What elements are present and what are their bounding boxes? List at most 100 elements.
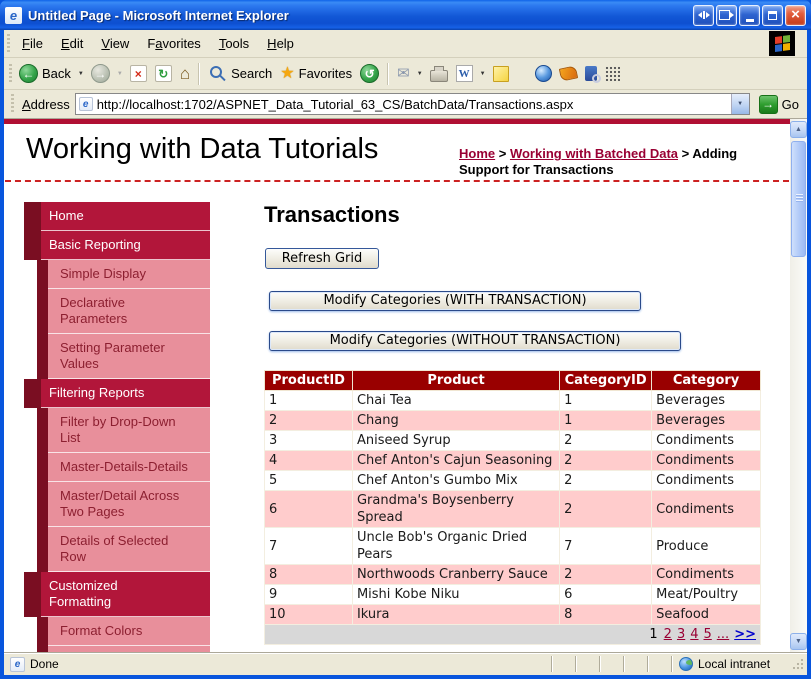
back-button[interactable]: ← Back bbox=[15, 62, 75, 85]
maximize-button[interactable] bbox=[762, 4, 783, 26]
menu-item-edit[interactable]: Edit bbox=[52, 31, 92, 56]
mail-dropdown[interactable]: ▼ bbox=[414, 71, 426, 77]
sidebar-item-declarative-parameters[interactable]: Declarative Parameters bbox=[24, 289, 210, 334]
go-button[interactable]: → Go bbox=[755, 94, 803, 114]
table-row: 5 Chef Anton's Gumbo Mix 2 Condiments bbox=[264, 470, 761, 491]
sidebar-item-filter-by-drop-down-list[interactable]: Filter by Drop-Down List bbox=[24, 408, 210, 453]
sidebar-item-setting-parameter-values[interactable]: Setting Parameter Values bbox=[24, 334, 210, 379]
sidebar-item-bar: Filtering Reports bbox=[41, 379, 210, 408]
sidebar-item-label: Details of Selected Row bbox=[60, 533, 169, 564]
menu-item-favorites[interactable]: Favorites bbox=[138, 31, 209, 56]
browser-chrome: File Edit View Favorites Tools Help ← Back ▼ … bbox=[4, 30, 807, 675]
breadcrumb-link-working-with-batched-data[interactable]: Working with Batched Data bbox=[510, 146, 678, 161]
scroll-up-button[interactable]: ▲ bbox=[790, 121, 807, 138]
print-icon bbox=[429, 65, 448, 82]
favorites-button[interactable]: ★ Favorites bbox=[276, 64, 356, 84]
home-button[interactable]: ⌂ bbox=[176, 63, 194, 84]
sidebar-item-details-of-selected-row[interactable]: Details of Selected Row bbox=[24, 527, 210, 572]
history-button[interactable]: ↺ bbox=[356, 62, 383, 85]
scrollbar-thumb[interactable] bbox=[791, 141, 806, 257]
pager-page-link[interactable]: ... bbox=[717, 627, 729, 642]
back-icon: ← bbox=[19, 64, 38, 83]
mail-icon: ✉ bbox=[397, 65, 410, 82]
edit-dropdown[interactable]: ▼ bbox=[477, 71, 489, 77]
sidebar-item-label: Master-Details-Details bbox=[60, 459, 188, 474]
mail-button[interactable]: ✉ bbox=[393, 64, 414, 83]
sidebar-item-filtering-reports[interactable]: Filtering Reports bbox=[24, 379, 210, 408]
sidebar-item-home[interactable]: Home bbox=[24, 202, 210, 231]
toolbar: ← Back ▼ → ▼ × ↻ ⌂ Search ★ Favorites ↺ … bbox=[4, 58, 807, 90]
breadcrumb-link-home[interactable]: Home bbox=[459, 146, 495, 161]
address-dropdown[interactable]: ▼ bbox=[730, 94, 749, 114]
browser-window: e Untitled Page - Microsoft Internet Exp… bbox=[0, 0, 811, 679]
search-button[interactable]: Search bbox=[204, 64, 276, 84]
grid-header-row: ProductID Product CategoryID Category bbox=[264, 370, 761, 391]
barcode-addon-button[interactable] bbox=[601, 64, 624, 83]
status-segment bbox=[551, 656, 575, 672]
page-body: Home Basic Reporting Simple Display Declara… bbox=[4, 182, 790, 652]
sidebar-item-format-colors[interactable]: Format Colors bbox=[24, 617, 210, 646]
stop-icon: × bbox=[129, 65, 147, 82]
modify-with-transaction-button[interactable]: Modify Categories (WITH TRANSACTION) bbox=[269, 291, 641, 311]
forward-button[interactable]: → bbox=[87, 62, 114, 85]
windows-logo-throbber bbox=[769, 31, 795, 56]
menu-item-file[interactable]: File bbox=[13, 31, 52, 56]
pager-page-link[interactable]: 5 bbox=[704, 627, 712, 642]
refresh-grid-button[interactable]: Refresh Grid bbox=[265, 248, 379, 269]
modify-without-transaction-button[interactable]: Modify Categories (WITHOUT TRANSACTION) bbox=[269, 331, 681, 351]
scroll-down-button[interactable]: ▼ bbox=[790, 633, 807, 650]
barcode-addon-icon bbox=[604, 66, 620, 81]
menu-item-view[interactable]: View bbox=[92, 31, 138, 56]
address-field[interactable]: e ▼ bbox=[74, 93, 750, 115]
grid-pager-row: 1 2 3 4 5... >> bbox=[264, 624, 761, 645]
sidebar-item-simple-display[interactable]: Simple Display bbox=[24, 260, 210, 289]
vertical-scrollbar[interactable]: ▲ ▼ bbox=[790, 119, 807, 652]
sidebar-item-basic-reporting[interactable]: Basic Reporting bbox=[24, 231, 210, 260]
close-button[interactable]: × bbox=[785, 4, 806, 26]
orange-addon-button[interactable] bbox=[556, 65, 581, 82]
pop-out-button[interactable] bbox=[716, 4, 737, 26]
sidebar-item-edge bbox=[24, 379, 41, 408]
toolbar-grip[interactable] bbox=[9, 63, 12, 84]
pager-page-link[interactable]: 3 bbox=[677, 627, 685, 642]
stop-button[interactable]: × bbox=[126, 63, 151, 84]
refresh-button[interactable]: ↻ bbox=[151, 63, 176, 84]
sidebar-item-bar: Details of Selected Row bbox=[48, 527, 210, 572]
grid-cell: Uncle Bob's Organic Dried Pears bbox=[351, 527, 561, 565]
address-label: Address bbox=[22, 96, 70, 112]
table-row: 8 Northwoods Cranberry Sauce 2 Condiments bbox=[264, 564, 761, 585]
menu-item-help[interactable]: Help bbox=[258, 31, 303, 56]
addressbar-grip[interactable] bbox=[11, 94, 14, 114]
sidebar-item-master-details-details[interactable]: Master-Details-Details bbox=[24, 453, 210, 482]
messenger-button[interactable] bbox=[531, 63, 556, 84]
minimize-button[interactable] bbox=[739, 4, 760, 26]
edit-button[interactable]: W bbox=[452, 63, 477, 84]
sidebar-item-customized-formatting[interactable]: Customized Formatting bbox=[24, 572, 210, 617]
sidebar-item-master-detail-across-two-pages[interactable]: Master/Detail Across Two Pages bbox=[24, 482, 210, 527]
print-button[interactable] bbox=[426, 64, 452, 84]
forward-dropdown[interactable]: ▼ bbox=[114, 71, 126, 77]
grid-cell: 2 bbox=[559, 564, 653, 585]
minimize-icon bbox=[745, 18, 754, 22]
pager-page-link[interactable]: 2 bbox=[664, 627, 672, 642]
pager-page-link[interactable]: 4 bbox=[690, 627, 698, 642]
menubar-grip[interactable] bbox=[7, 33, 10, 54]
sidebar-item-label: Setting Parameter Values bbox=[60, 340, 165, 371]
grid-cell: Seafood bbox=[651, 604, 761, 625]
favorites-icon: ★ bbox=[280, 64, 295, 82]
pager-next-link[interactable]: >> bbox=[734, 627, 756, 642]
grid-header-categoryid: CategoryID bbox=[559, 370, 653, 391]
back-dropdown[interactable]: ▼ bbox=[75, 71, 87, 77]
menu-item-tools[interactable]: Tools bbox=[210, 31, 258, 56]
title-bar[interactable]: e Untitled Page - Microsoft Internet Exp… bbox=[0, 0, 811, 30]
research-addon-button[interactable] bbox=[581, 64, 601, 83]
grid-cell: 1 bbox=[559, 410, 653, 431]
sidebar-item-label: Customized Formatting bbox=[49, 578, 118, 609]
sidebar-item-stub bbox=[24, 646, 210, 652]
address-input[interactable] bbox=[92, 95, 731, 113]
sidebar-item-bar: Declarative Parameters bbox=[48, 289, 210, 334]
grid-cell: 1 bbox=[264, 390, 353, 411]
resize-grip[interactable] bbox=[791, 657, 805, 671]
notes-button[interactable] bbox=[489, 64, 513, 84]
resize-horizontal-button[interactable] bbox=[693, 4, 714, 26]
